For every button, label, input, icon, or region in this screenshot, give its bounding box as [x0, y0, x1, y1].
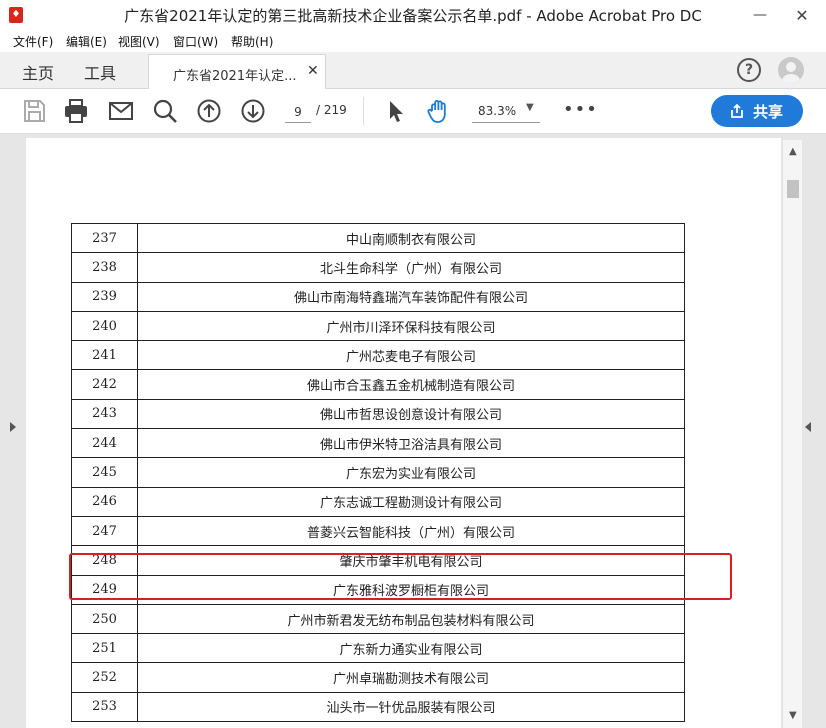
table-row: 245 广东宏为实业有限公司 — [71, 457, 685, 488]
menu-bar: 文件(F) 编辑(E) 视图(V) 窗口(W) 帮助(H) — [0, 30, 826, 52]
title-bar: ♦ 广东省2021年认定的第三批高新技术企业备案公示名单.pdf - Adobe… — [0, 0, 826, 30]
right-panel-toggle-icon[interactable] — [805, 422, 811, 432]
tab-document[interactable]: 广东省2021年认定... ✕ — [148, 54, 326, 90]
table-row: 252 广州卓瑞勘测技术有限公司 — [71, 662, 685, 693]
row-number: 253 — [71, 691, 138, 723]
hand-tool-icon[interactable] — [425, 97, 453, 125]
more-options-icon[interactable]: ••• — [563, 99, 598, 120]
avatar[interactable] — [778, 57, 804, 83]
tab-home[interactable]: 主页 — [22, 60, 54, 84]
zoom-value: 83.3% — [478, 104, 517, 118]
company-name: 佛山市伊米特卫浴洁具有限公司 — [137, 428, 685, 459]
minimize-button[interactable]: — — [742, 0, 778, 30]
left-panel-toggle-icon[interactable] — [10, 422, 16, 432]
print-icon[interactable] — [62, 97, 90, 125]
document-tab-label: 广东省2021年认定... — [173, 69, 297, 84]
company-name: 广东新力通实业有限公司 — [137, 633, 685, 664]
row-number: 245 — [71, 457, 138, 488]
share-button[interactable]: 共享 — [711, 95, 803, 127]
scroll-down-icon[interactable]: ▼ — [789, 710, 797, 721]
company-name: 广东宏为实业有限公司 — [137, 457, 685, 488]
vertical-scrollbar[interactable]: ▲ ▼ — [782, 140, 802, 728]
menu-file[interactable]: 文件(F) — [13, 33, 53, 50]
select-cursor-icon[interactable] — [382, 97, 410, 125]
table-row: 242 佛山市合玉鑫五金机械制造有限公司 — [71, 369, 685, 400]
row-number: 250 — [71, 603, 138, 635]
table-row: 244 佛山市伊米特卫浴洁具有限公司 — [71, 428, 685, 459]
row-number: 237 — [71, 222, 138, 254]
toolbar: / 219 83.3% ▼ ••• — [0, 89, 826, 134]
table-row: 239 佛山市南海特鑫瑞汽车装饰配件有限公司 — [71, 281, 685, 312]
highlight-annotation — [69, 553, 732, 600]
scroll-thumb[interactable] — [787, 180, 799, 198]
tab-tools[interactable]: 工具 — [84, 60, 116, 84]
save-icon[interactable] — [20, 97, 48, 125]
chevron-down-icon: ▼ — [526, 102, 534, 113]
row-number: 252 — [71, 662, 138, 693]
company-name: 广州芯麦电子有限公司 — [137, 340, 685, 371]
row-number: 246 — [71, 486, 138, 517]
company-name: 佛山市南海特鑫瑞汽车装饰配件有限公司 — [137, 281, 685, 312]
page-up-icon[interactable] — [195, 97, 223, 125]
table-row: 241 广州芯麦电子有限公司 — [71, 340, 685, 371]
row-number: 251 — [71, 633, 138, 664]
email-icon[interactable] — [107, 97, 135, 125]
window-title: 广东省2021年认定的第三批高新技术企业备案公示名单.pdf - Adobe A… — [124, 7, 702, 25]
table-row: 238 北斗生命科学（广州）有限公司 — [71, 252, 685, 283]
company-name: 中山南顺制衣有限公司 — [137, 222, 685, 254]
table-row: 243 佛山市哲思设创意设计有限公司 — [71, 398, 685, 430]
company-name: 佛山市哲思设创意设计有限公司 — [137, 398, 685, 430]
toolbar-divider — [363, 97, 364, 125]
company-name: 广州卓瑞勘测技术有限公司 — [137, 662, 685, 693]
close-tab-icon[interactable]: ✕ — [307, 63, 319, 79]
company-name: 汕头市一针优品服装有限公司 — [137, 691, 685, 723]
company-name: 广州市川泽环保科技有限公司 — [137, 310, 685, 342]
table-row: 251 广东新力通实业有限公司 — [71, 633, 685, 664]
row-number: 239 — [71, 281, 138, 312]
table-row: 237 中山南顺制衣有限公司 — [71, 222, 685, 254]
company-name: 北斗生命科学（广州）有限公司 — [137, 252, 685, 283]
table-row: 250 广州市新君发无纺布制品包装材料有限公司 — [71, 603, 685, 635]
company-name: 广东志诚工程勘测设计有限公司 — [137, 486, 685, 517]
row-number: 244 — [71, 428, 138, 459]
page-down-icon[interactable] — [239, 97, 267, 125]
company-name: 佛山市合玉鑫五金机械制造有限公司 — [137, 369, 685, 400]
row-number: 243 — [71, 398, 138, 430]
row-number: 240 — [71, 310, 138, 342]
menu-window[interactable]: 窗口(W) — [173, 33, 218, 50]
menu-view[interactable]: 视图(V) — [118, 33, 160, 50]
table-row: 253 汕头市一针优品服装有限公司 — [71, 691, 685, 723]
help-icon[interactable]: ? — [737, 58, 761, 82]
table-row: 246 广东志诚工程勘测设计有限公司 — [71, 486, 685, 517]
row-number: 247 — [71, 515, 138, 547]
document-viewport: ▲ ▼ 237 中山南顺制衣有限公司 238 北斗生命科学（广州）有限公司 239 佛山市… — [0, 134, 826, 728]
scroll-up-icon[interactable]: ▲ — [789, 146, 797, 157]
company-name: 普菱兴云智能科技（广州）有限公司 — [137, 515, 685, 547]
page-total: / 219 — [316, 103, 347, 117]
company-name: 广州市新君发无纺布制品包装材料有限公司 — [137, 603, 685, 635]
row-number: 242 — [71, 369, 138, 400]
tab-bar: 主页 工具 广东省2021年认定... ✕ ? — [0, 52, 826, 90]
menu-edit[interactable]: 编辑(E) — [66, 33, 107, 50]
row-number: 241 — [71, 340, 138, 371]
close-button[interactable]: ✕ — [784, 0, 820, 30]
search-icon[interactable] — [151, 97, 179, 125]
share-icon — [731, 103, 743, 118]
zoom-select[interactable]: 83.3% ▼ — [472, 101, 540, 123]
table-row: 240 广州市川泽环保科技有限公司 — [71, 310, 685, 342]
share-label: 共享 — [753, 102, 784, 121]
page-number-input[interactable] — [285, 101, 311, 123]
table-row: 247 普菱兴云智能科技（广州）有限公司 — [71, 515, 685, 547]
row-number: 238 — [71, 252, 138, 283]
menu-help[interactable]: 帮助(H) — [231, 33, 273, 50]
company-table: 237 中山南顺制衣有限公司 238 北斗生命科学（广州）有限公司 239 佛山市南海特鑫… — [71, 222, 685, 723]
